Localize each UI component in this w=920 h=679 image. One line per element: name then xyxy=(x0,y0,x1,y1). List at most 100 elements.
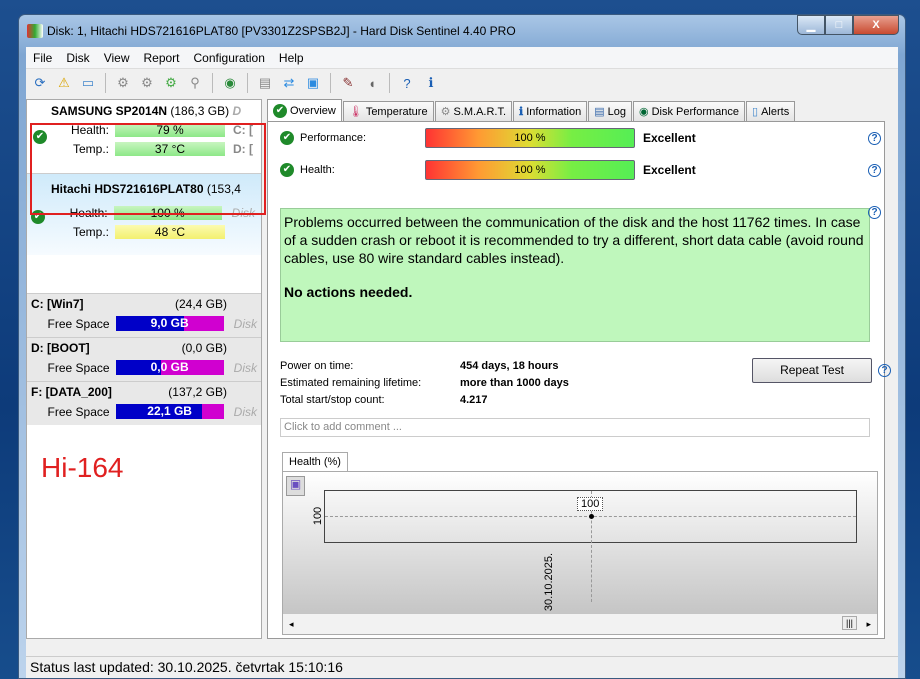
volume-size: (137,2 GB) xyxy=(168,385,227,399)
scroll-thumb[interactable]: ||| xyxy=(841,616,857,630)
free-space-value: 0,0 GB xyxy=(150,360,189,374)
lifetime-label: Estimated remaining lifetime: xyxy=(280,377,422,389)
refresh-icon[interactable]: ⟳ xyxy=(30,73,50,93)
status-bar: Status last updated: 30.10.2025. četvrta… xyxy=(26,656,898,678)
status-message: Problems occurred between the communicat… xyxy=(284,214,864,266)
health-chart: ▣ 100 100 30.10.2025. ◂ ||| ▸ xyxy=(282,471,878,635)
temp-label: Temp.: xyxy=(72,225,109,239)
volume-name: F: [DATA_200] xyxy=(31,385,112,399)
maximize-button[interactable]: □ xyxy=(825,15,853,35)
tab-information[interactable]: ℹ Information xyxy=(513,101,588,121)
help-icon[interactable]: ? xyxy=(868,132,881,145)
network-icon[interactable]: ▣ xyxy=(303,73,323,93)
globe-icon[interactable]: ◉ xyxy=(220,73,240,93)
tab-label: Log xyxy=(607,105,626,118)
volume-item[interactable]: C: [Win7] (24,4 GB) Free Space 9,0 GB Disk xyxy=(27,293,261,337)
menu-configuration[interactable]: Configuration xyxy=(187,51,272,65)
menu-bar: File Disk View Report Configuration Help xyxy=(26,47,898,69)
disk-test-icon[interactable]: ⚙ xyxy=(113,73,133,93)
report-icon[interactable]: ▤ xyxy=(255,73,275,93)
tab-alerts[interactable]: ▯ Alerts xyxy=(746,101,796,121)
title-bar[interactable]: Disk: 1, Hitachi HDS721616PLAT80 [PV3301… xyxy=(19,15,905,47)
ok-check-icon: ✔ xyxy=(273,103,287,118)
free-space-label: Free Space xyxy=(47,360,110,375)
repeat-test-button[interactable]: Repeat Test xyxy=(752,358,872,383)
tab-label: Information xyxy=(526,105,582,118)
free-space-bar: 0,0 GB xyxy=(115,360,224,375)
startstop-label: Total start/stop count: xyxy=(280,394,385,406)
tab-label: Alerts xyxy=(761,105,790,118)
thermometer-icon: 🌡 xyxy=(348,106,363,118)
info-icon[interactable]: ℹ xyxy=(421,73,441,93)
overview-panel: ✔ Performance: 100 % Excellent ? ✔ Healt… xyxy=(267,121,891,639)
tools-icon[interactable]: ✎ xyxy=(338,73,358,93)
data-point xyxy=(589,514,594,519)
tab-smart[interactable]: ⚙ S.M.A.R.T. xyxy=(434,101,513,121)
free-space-bar: 9,0 GB xyxy=(115,316,224,331)
menu-disk[interactable]: Disk xyxy=(59,51,96,65)
help-icon[interactable]: ? xyxy=(868,164,881,177)
smart-icon: ⚙ xyxy=(440,106,451,118)
scroll-left-icon[interactable]: ◂ xyxy=(289,619,294,630)
x-tick-label: 30.10.2025. xyxy=(543,552,555,612)
startstop-value: 4.217 xyxy=(460,394,488,406)
tab-label: Overview xyxy=(290,104,336,117)
tab-temperature[interactable]: 🌡 Temperature xyxy=(342,101,434,121)
tab-disk-performance[interactable]: ◉ Disk Performance xyxy=(633,101,746,121)
menu-file[interactable]: File xyxy=(26,51,59,65)
disk-name: SAMSUNG SP2014N xyxy=(51,104,168,118)
action-text: No actions needed. xyxy=(284,284,413,300)
info-icon: ℹ xyxy=(519,106,524,118)
minimize-button[interactable]: ▁ xyxy=(797,15,825,35)
sound-icon[interactable]: ◖ xyxy=(362,73,382,93)
annotation-text: Hi-164 xyxy=(41,452,124,483)
help-icon[interactable]: ? xyxy=(868,206,881,219)
disk-search-icon[interactable]: ⚲ xyxy=(185,73,205,93)
disk-ref: Disk xyxy=(233,316,257,331)
disk-check-icon[interactable]: ⚙ xyxy=(161,73,181,93)
alerts-icon: ▯ xyxy=(752,106,759,118)
tab-log[interactable]: ▤ Log xyxy=(588,101,632,121)
tab-label: Temperature xyxy=(365,105,428,118)
free-space-label: Free Space xyxy=(47,316,110,331)
free-space-value: 22,1 GB xyxy=(147,404,192,418)
volume-name: C: [Win7] xyxy=(31,297,84,311)
volume-item[interactable]: D: [BOOT] (0,0 GB) Free Space 0,0 GB Disk xyxy=(27,337,261,381)
sync-icon[interactable]: ⇄ xyxy=(279,73,299,93)
highlight-box xyxy=(30,123,266,215)
gauge-icon: ◉ xyxy=(639,106,649,118)
performance-label: Performance: xyxy=(300,132,367,144)
disk-ref: Disk xyxy=(233,404,257,419)
alert-icon[interactable]: ⚠ xyxy=(54,73,74,93)
comment-input[interactable]: Click to add comment ... xyxy=(280,418,870,437)
details-panel: ✔ Overview 🌡 Temperature ⚙ S.M.A.R.T. ℹ Info… xyxy=(267,99,891,639)
tab-overview[interactable]: ✔ Overview xyxy=(267,99,342,121)
app-window: Disk: 1, Hitachi HDS721616PLAT80 [PV3301… xyxy=(18,14,906,679)
save-icon[interactable]: ▣ xyxy=(286,476,305,496)
health-bar: 100 % xyxy=(425,160,635,180)
y-tick-label: 100 xyxy=(312,506,325,526)
menu-report[interactable]: Report xyxy=(136,51,186,65)
menu-help[interactable]: Help xyxy=(272,51,311,65)
disk-surface-icon[interactable]: ⚙ xyxy=(137,73,157,93)
temp-bar: 48 °C xyxy=(115,225,225,239)
menu-view[interactable]: View xyxy=(97,51,137,65)
volume-item[interactable]: F: [DATA_200] (137,2 GB) Free Space 22,1 G… xyxy=(27,381,261,425)
chart-tab-health[interactable]: Health (%) xyxy=(282,452,348,472)
free-space-label: Free Space xyxy=(47,404,110,419)
toolbar: ⟳ ⚠ ▭ ⚙ ⚙ ⚙ ⚲ ◉ ▤ ⇄ ▣ ✎ ◖ ? ℹ xyxy=(26,69,898,97)
scroll-right-icon[interactable]: ▸ xyxy=(866,619,871,630)
app-icon xyxy=(27,24,43,38)
help-icon[interactable]: ? xyxy=(878,364,891,377)
help-icon[interactable]: ? xyxy=(397,73,417,93)
tab-label: Disk Performance xyxy=(651,105,740,118)
plot-area: 100 xyxy=(324,490,857,602)
performance-status: Excellent xyxy=(643,131,696,145)
window-title: Disk: 1, Hitachi HDS721616PLAT80 [PV3301… xyxy=(47,24,516,38)
free-space-value: 9,0 GB xyxy=(150,316,189,330)
close-button[interactable]: X xyxy=(853,15,899,35)
status-message-box: Problems occurred between the communicat… xyxy=(280,208,870,342)
volume-size: (24,4 GB) xyxy=(174,297,227,311)
chart-scrollbar[interactable]: ◂ ||| ▸ xyxy=(283,614,877,634)
disk-icon[interactable]: ▭ xyxy=(78,73,98,93)
